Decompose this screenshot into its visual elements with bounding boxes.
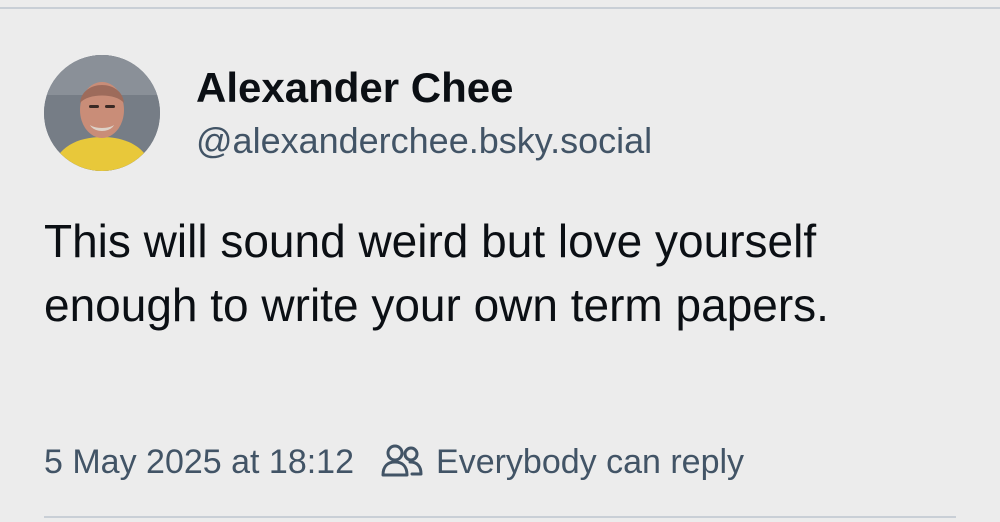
author-handle[interactable]: @alexanderchee.bsky.social	[196, 118, 652, 164]
reply-setting-label: Everybody can reply	[436, 442, 745, 481]
post-text: This will sound weird but love yourself …	[44, 215, 829, 331]
top-divider	[0, 7, 1000, 9]
post-timestamp: 5 May 2025 at 18:12	[44, 442, 355, 481]
avatar-photo-icon	[44, 55, 160, 171]
reply-setting: Everybody can reply	[380, 442, 744, 482]
author-display-name[interactable]: Alexander Chee	[196, 62, 652, 114]
bottom-divider	[44, 516, 956, 518]
post-author: Alexander Chee @alexanderchee.bsky.socia…	[196, 62, 652, 164]
post-meta: 5 May 2025 at 18:12 Everybody can reply	[44, 438, 744, 486]
author-avatar[interactable]	[44, 55, 160, 171]
people-icon	[381, 444, 423, 477]
